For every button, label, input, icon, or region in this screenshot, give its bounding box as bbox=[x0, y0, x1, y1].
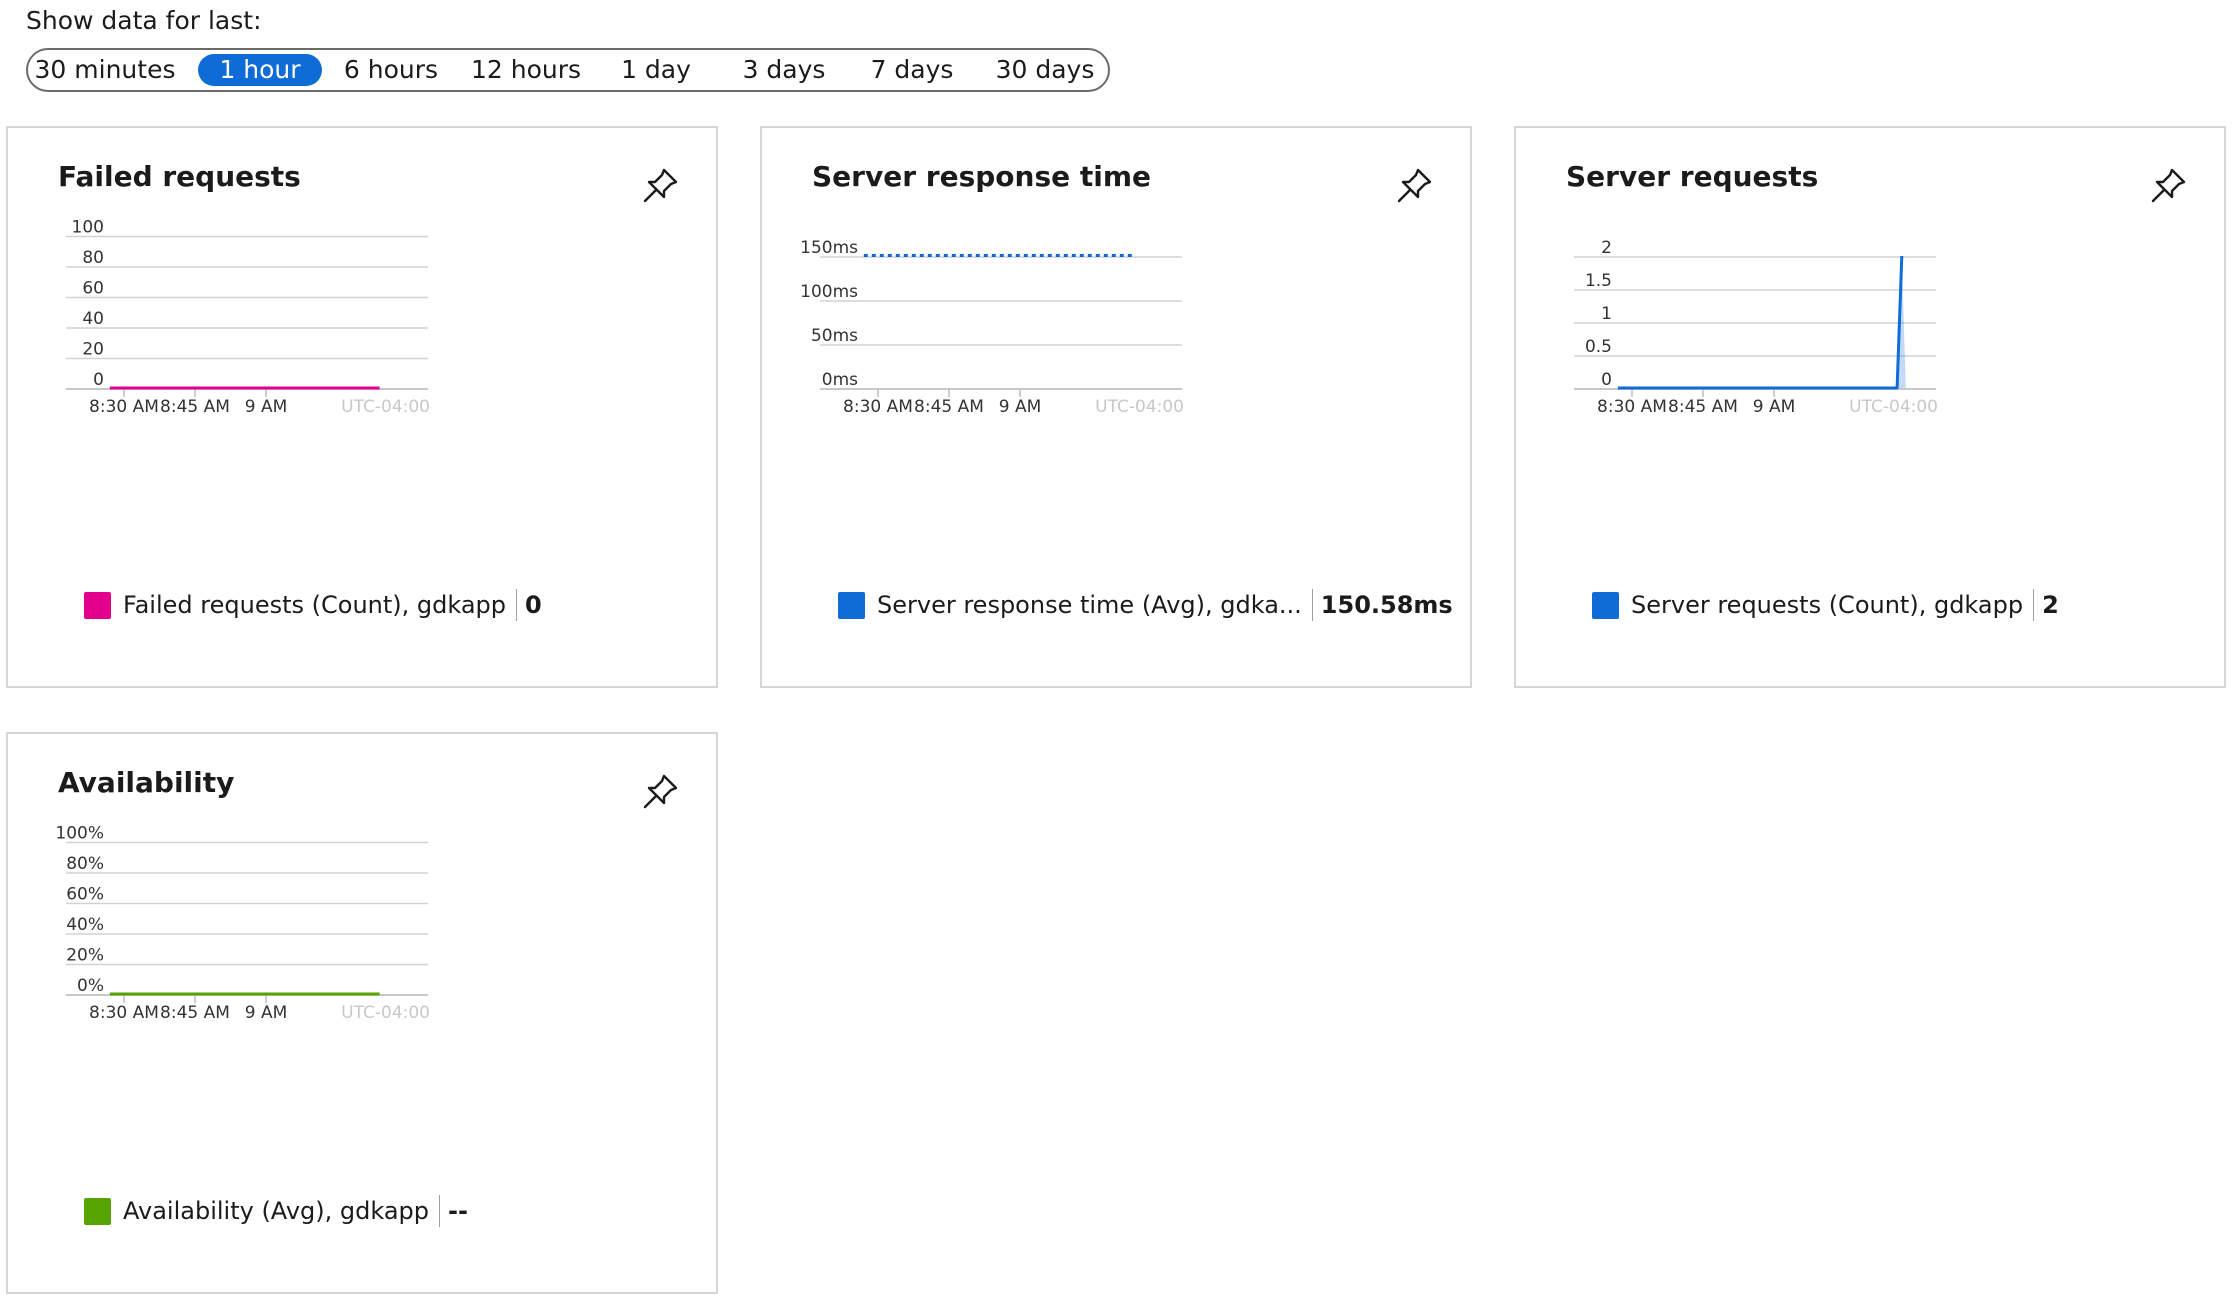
y-tick-label: 20 bbox=[82, 340, 104, 360]
legend-label: Failed requests (Count), gdkapp bbox=[123, 591, 507, 619]
time-option-1-day[interactable]: 1 day bbox=[614, 54, 698, 86]
x-tick-label: 8:45 AM bbox=[914, 397, 984, 417]
y-tick-label: 0.5 bbox=[1585, 337, 1612, 357]
y-tick-label: 0 bbox=[1601, 370, 1612, 390]
y-tick-label: 2 bbox=[1601, 238, 1612, 258]
time-option-3-days[interactable]: 3 days bbox=[732, 54, 836, 86]
series-line bbox=[1617, 255, 1904, 390]
availability-card[interactable]: Availability 100% 80% 60% 40% 20% 0% 8:30 AM 8:… bbox=[6, 732, 718, 1294]
x-tick-label: 8:30 AM bbox=[89, 397, 159, 417]
y-tick-label: 1.5 bbox=[1585, 271, 1612, 291]
y-tick-label: 40% bbox=[66, 915, 104, 935]
legend-swatch bbox=[838, 591, 865, 619]
legend-separator bbox=[1311, 589, 1313, 621]
y-tick-label: 80 bbox=[82, 248, 104, 268]
legend-value: -- bbox=[448, 1197, 468, 1225]
server-requests-chart: 2 1.5 1 0.5 0 8:30 AM 8:45 AM 9 AM UTC-04:00 bbox=[1574, 238, 1938, 417]
time-option-7-days[interactable]: 7 days bbox=[860, 54, 964, 86]
x-tick-label: 9 AM bbox=[245, 1003, 288, 1023]
y-tick-label: 80% bbox=[66, 854, 104, 874]
time-option-30-days[interactable]: 30 days bbox=[986, 54, 1104, 86]
failed-requests-card[interactable]: Failed requests 100 80 60 40 20 0 8:30 AM 8:45 … bbox=[6, 126, 718, 688]
y-tick-label: 50ms bbox=[811, 326, 858, 346]
server-response-time-chart: 150ms 100ms 50ms 0ms 8:30 AM 8:45 AM 9 AM UTC-0… bbox=[800, 238, 1184, 417]
x-tick-label: 8:45 AM bbox=[160, 397, 230, 417]
timezone-label: UTC-04:00 bbox=[1849, 397, 1938, 417]
legend-separator bbox=[439, 1195, 440, 1227]
server-requests-card[interactable]: Server requests 2 1.5 1 0.5 0 8:30 AM 8:45 AM 9… bbox=[1514, 126, 2226, 688]
timefilter-label: Show data for last: bbox=[26, 6, 262, 35]
y-tick-label: 60 bbox=[82, 279, 104, 299]
chart-legend[interactable]: Server response time (Avg), gdka... 150.… bbox=[838, 588, 1453, 622]
time-option-30-minutes[interactable]: 30 minutes bbox=[34, 54, 176, 86]
legend-separator bbox=[2033, 589, 2035, 621]
x-tick-label: 9 AM bbox=[1753, 397, 1796, 417]
legend-label: Availability (Avg), gdkapp bbox=[123, 1197, 429, 1225]
y-tick-label: 150ms bbox=[800, 238, 858, 258]
y-tick-label: 100% bbox=[55, 824, 104, 844]
timezone-label: UTC-04:00 bbox=[341, 1003, 430, 1023]
timezone-label: UTC-04:00 bbox=[341, 397, 430, 417]
time-option-1-hour[interactable]: 1 hour bbox=[198, 54, 322, 86]
x-tick-label: 8:30 AM bbox=[89, 1003, 159, 1023]
y-tick-label: 40 bbox=[82, 309, 104, 329]
availability-chart: 100% 80% 60% 40% 20% 0% 8:30 AM 8:45 AM 9 AM UTC-… bbox=[55, 824, 430, 1024]
y-tick-label: 20% bbox=[66, 946, 104, 966]
legend-value: 0 bbox=[525, 591, 542, 619]
timezone-label: UTC-04:00 bbox=[1095, 397, 1184, 417]
legend-swatch bbox=[1592, 591, 1619, 619]
y-tick-label: 60% bbox=[66, 885, 104, 905]
x-tick-label: 8:30 AM bbox=[843, 397, 913, 417]
legend-swatch bbox=[84, 591, 111, 619]
x-tick-label: 9 AM bbox=[245, 397, 288, 417]
y-tick-label: 0ms bbox=[822, 370, 858, 390]
chart-legend[interactable]: Availability (Avg), gdkapp -- bbox=[84, 1194, 468, 1228]
y-tick-label: 100 bbox=[72, 218, 104, 238]
legend-value: 150.58ms bbox=[1320, 591, 1453, 619]
time-range-selector: 30 minutes 1 hour 6 hours 12 hours 1 day… bbox=[26, 48, 1110, 92]
chart-legend[interactable]: Failed requests (Count), gdkapp 0 bbox=[84, 588, 542, 622]
legend-label: Server response time (Avg), gdka... bbox=[877, 591, 1302, 619]
legend-label: Server requests (Count), gdkapp bbox=[1631, 591, 2024, 619]
failed-requests-chart: 100 80 60 40 20 0 8:30 AM 8:45 AM 9 AM UTC-04:00 bbox=[66, 218, 430, 417]
legend-value: 2 bbox=[2042, 591, 2059, 619]
y-tick-label: 1 bbox=[1601, 304, 1612, 324]
time-option-6-hours[interactable]: 6 hours bbox=[336, 54, 446, 86]
server-response-time-card[interactable]: Server response time 150ms 100ms 50ms 0ms 8:… bbox=[760, 126, 1472, 688]
y-tick-label: 100ms bbox=[800, 282, 858, 302]
time-option-12-hours[interactable]: 12 hours bbox=[464, 54, 588, 86]
legend-separator bbox=[516, 589, 518, 621]
x-tick-label: 9 AM bbox=[999, 397, 1042, 417]
legend-swatch bbox=[84, 1197, 111, 1225]
chart-legend[interactable]: Server requests (Count), gdkapp 2 bbox=[1592, 588, 2059, 622]
x-tick-label: 8:45 AM bbox=[1668, 397, 1738, 417]
y-tick-label: 0 bbox=[93, 370, 104, 390]
y-tick-label: 0% bbox=[77, 976, 104, 996]
x-tick-label: 8:45 AM bbox=[160, 1003, 230, 1023]
x-tick-label: 8:30 AM bbox=[1597, 397, 1667, 417]
